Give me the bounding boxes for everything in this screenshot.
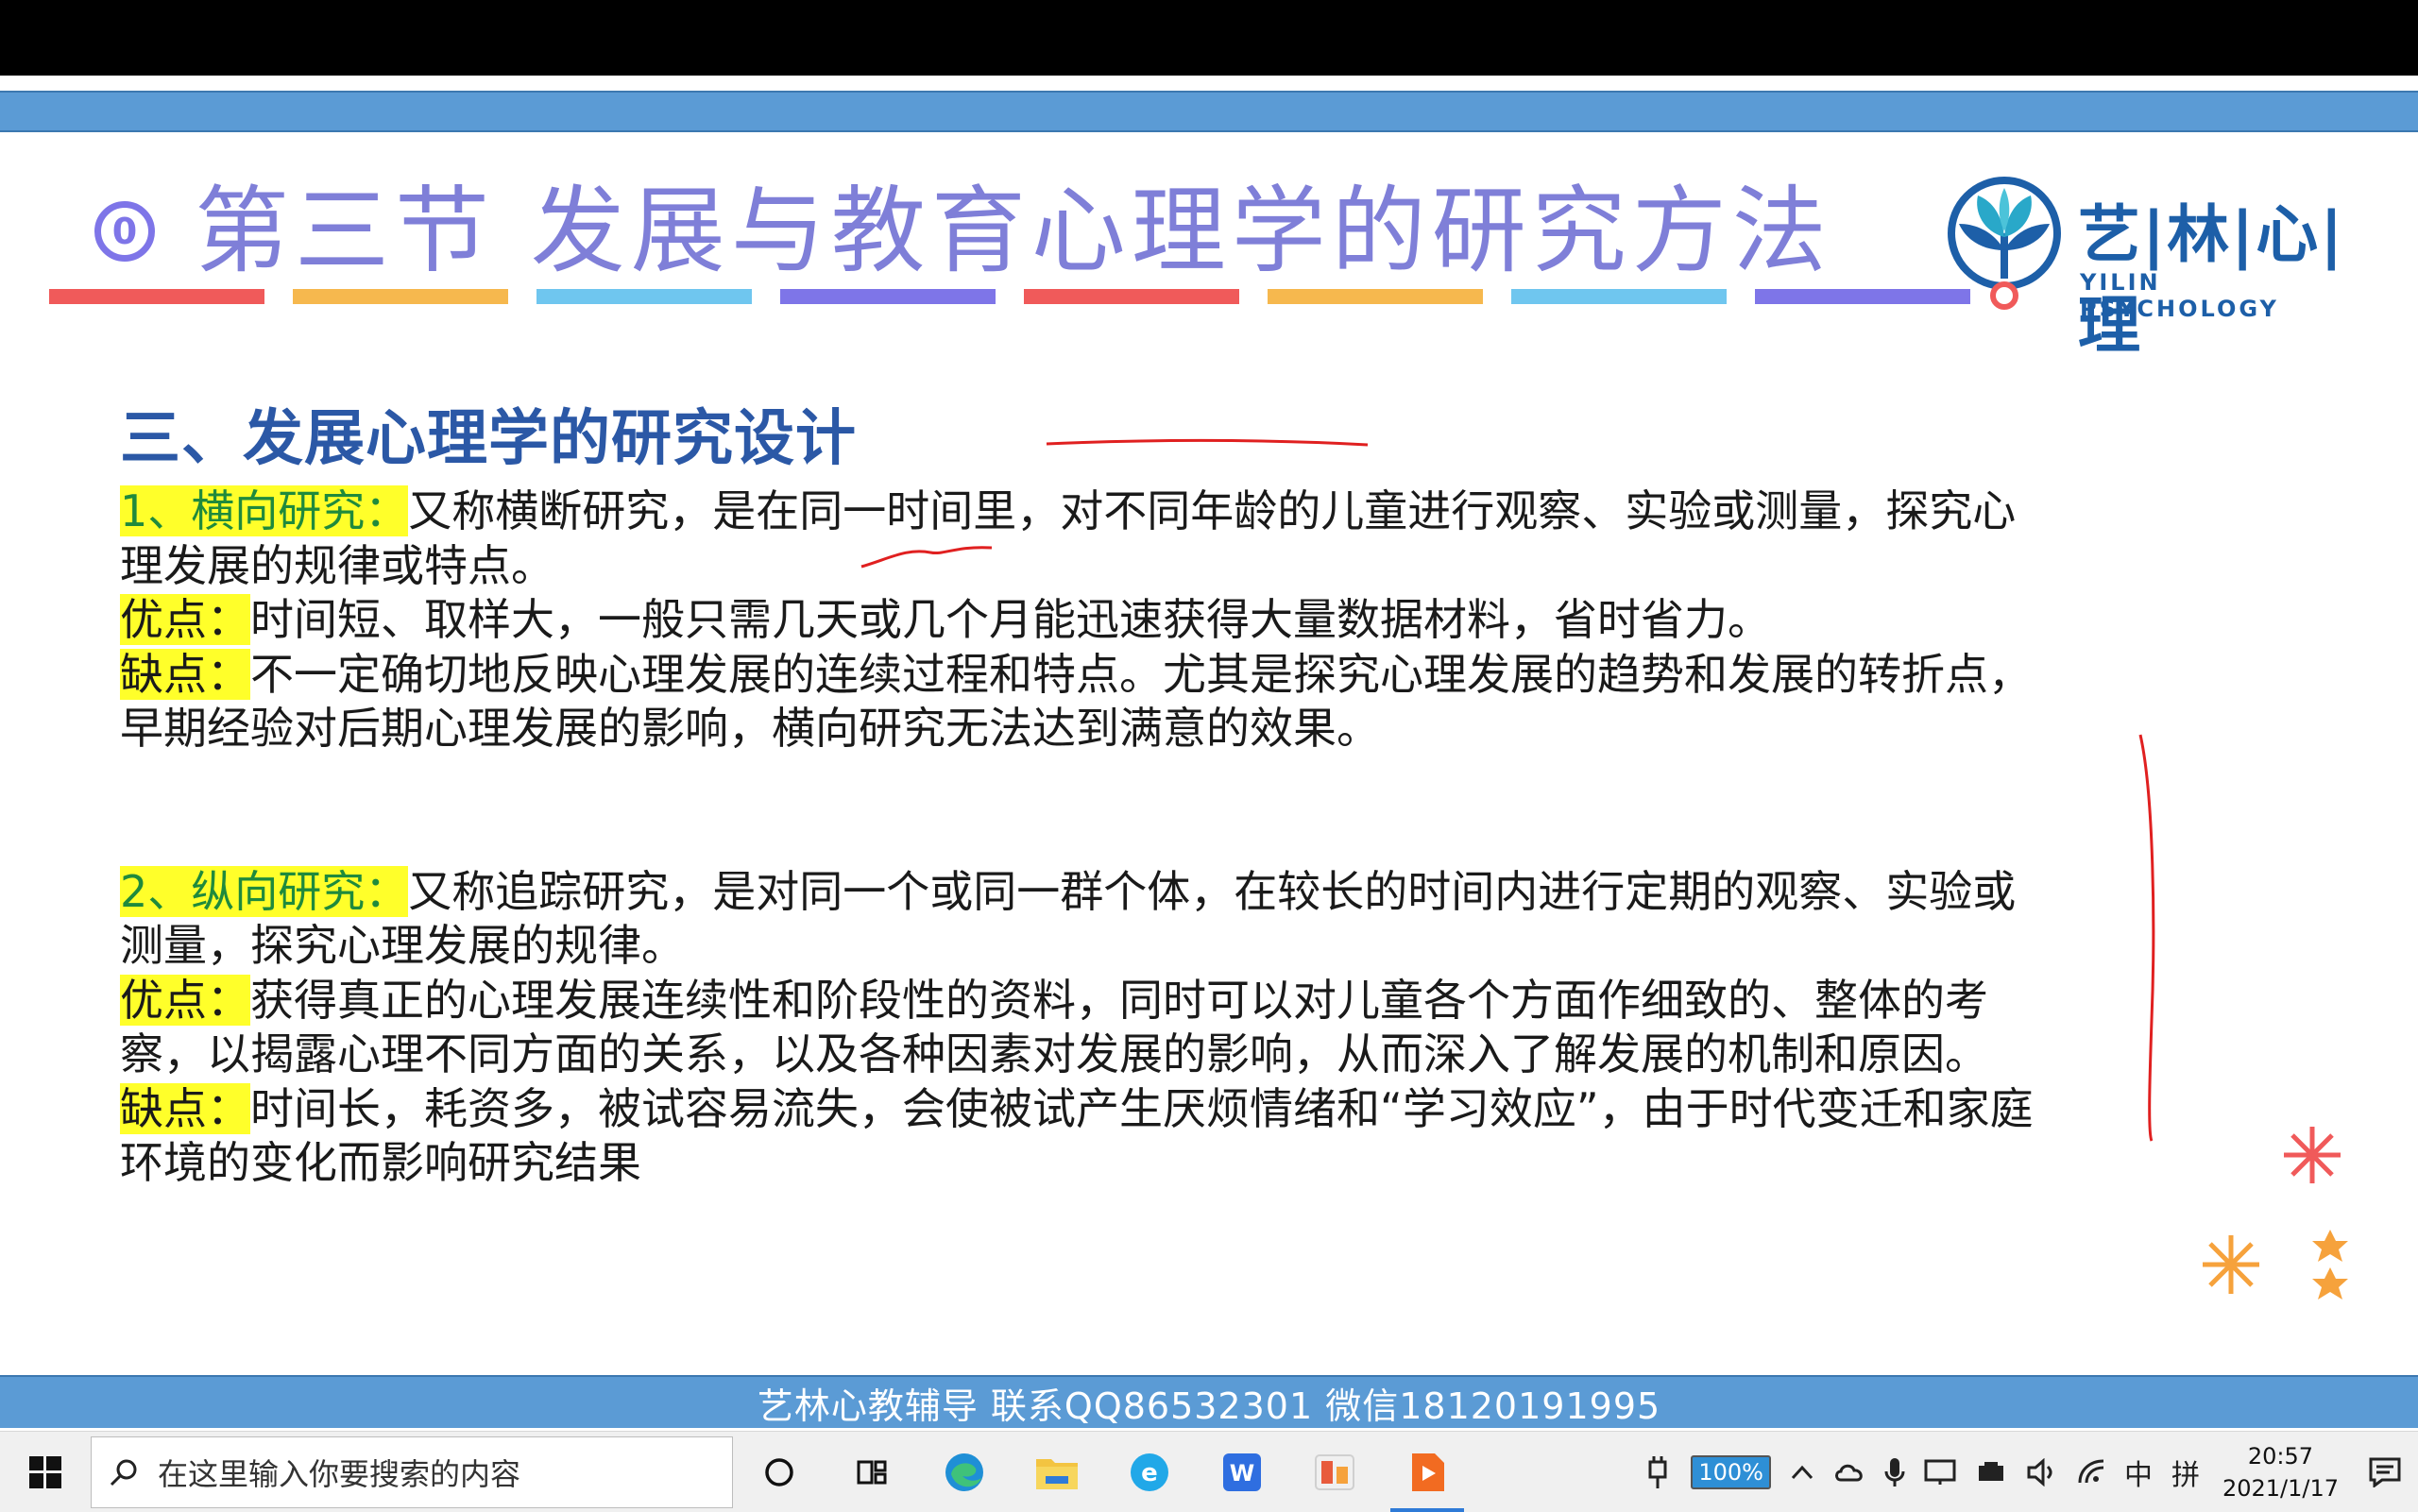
accent-bar [293,289,508,304]
system-tray: 100% 中 拼 20:57 2021/1/17 [1634,1432,2418,1512]
svg-text:W: W [1230,1460,1254,1487]
longitudinal-cons: 缺点：时间长，耗资多，被试容易流失，会使被试产生厌烦情绪和“学习效应”，由于时代… [120,1082,2056,1191]
cloud-icon[interactable] [1833,1461,1865,1484]
cross-sectional-label: 1、横向研究： [120,485,409,536]
sparkle-decoration-orange [2203,1235,2259,1294]
accent-bar [1024,289,1239,304]
black-top-bar [0,0,2418,76]
accent-bar [1268,289,1483,304]
microphone-icon[interactable] [1884,1456,1905,1488]
notification-center-button[interactable] [2352,1457,2418,1487]
browser-e-app[interactable]: e [1103,1432,1196,1512]
task-view-button[interactable] [733,1432,826,1512]
accent-bar [49,289,264,304]
longitudinal-pros: 优点：获得真正的心理发展连续性和阶段性的资料，同时可以对儿童各个方面作细致的、整… [120,974,2056,1082]
chevron-up-icon[interactable] [1790,1463,1814,1482]
usb-device-icon[interactable] [1975,1460,2007,1485]
accent-bar [1755,289,1970,304]
notification-icon [2369,1457,2401,1487]
windows-taskbar: 在这里输入你要搜索的内容 e W 100% 中 拼 20:57 2021/1/1… [0,1431,2418,1512]
accent-bar [780,289,996,304]
wps-presentation-app[interactable] [1288,1432,1381,1512]
pros-text: 获得真正的心理发展连续性和阶段性的资料，同时可以对儿童各个方面作细致的、整体的考… [120,974,1988,1080]
edge-icon [945,1453,983,1491]
display-settings-icon[interactable] [1924,1458,1956,1487]
svg-text:e: e [1141,1459,1158,1487]
ime-mode-indicator[interactable]: 拼 [2171,1452,2200,1493]
search-placeholder: 在这里输入你要搜索的内容 [158,1455,521,1492]
slide-header-band [0,91,2418,132]
section-heading: 三、发展心理学的研究设计 [120,404,857,474]
pen-vertical-line [2138,734,2155,1142]
windows-logo-icon [29,1455,61,1488]
slide-title: 第三节 发展与教育心理学的研究方法 [195,176,1832,286]
cons-label: 缺点： [120,648,250,700]
longitudinal-label: 2、纵向研究： [120,865,409,917]
accent-bars [49,289,1970,304]
slide-title-row: 0 第三节 发展与教育心理学的研究方法 [94,170,1832,293]
clock-date: 2021/1/17 [2222,1474,2339,1502]
pros-label: 优点： [120,974,250,1026]
pros-text: 时间短、取样大，一般只需几天或几个月能迅速获得大量数据材料，省时省力。 [250,594,1771,645]
wifi-icon[interactable] [2077,1458,2105,1487]
battery-percentage: 100% [1691,1454,1771,1489]
accent-bar [1511,289,1727,304]
star-decorations [2312,1230,2348,1300]
cross-sectional-definition: 1、横向研究：又称横断研究，是在同一时间里，对不同年龄的儿童进行观察、实验或测量… [120,484,2056,593]
play-media-icon [1412,1453,1444,1491]
folder-icon [1036,1458,1078,1489]
search-icon [110,1459,137,1486]
footer-contact-text: 艺林心教辅导 联系QQ86532301 微信18120191995 [757,1385,1661,1427]
task-view-icon [857,1460,887,1484]
cons-text: 时间长，耗资多，被试容易流失，会使被试产生厌烦情绪和“学习效应”，由于时代变迁和… [120,1082,2034,1189]
presentation-icon [1315,1453,1354,1490]
cortana-circle-icon [765,1457,793,1487]
cross-sectional-pros: 优点：时间短、取样大，一般只需几天或几个月能迅速获得大量数据材料，省时省力。 [120,593,2056,648]
file-explorer-app[interactable] [1011,1432,1103,1512]
accent-bar [536,289,752,304]
longitudinal-definition: 2、纵向研究：又称追踪研究，是对同一个或同一群个体，在较长的时间内进行定期的观察… [120,865,2056,974]
title-circle-icon: 0 [94,201,155,262]
cons-text: 不一定确切地反映心理发展的连续过程和特点。尤其是探究心理发展的趋势和发展的转折点… [120,648,2032,755]
media-player-app[interactable] [1381,1432,1473,1512]
logo-english-text: YILIN PSYCHOLOGY [2080,269,2279,322]
slide-footer-band: 艺林心教辅导 联系QQ86532301 微信18120191995 [0,1375,2418,1428]
cons-label: 缺点： [120,1082,250,1134]
battery-indicator[interactable]: 100% [1691,1454,1771,1489]
widgets-button[interactable] [826,1432,918,1512]
browser-e-icon: e [1131,1453,1168,1491]
tree-logo-icon [1948,177,2061,310]
slide-body: 三、发展心理学的研究设计 1、横向研究：又称横断研究，是在同一时间里，对不同年龄… [120,401,2056,1191]
volume-icon[interactable] [2026,1457,2058,1487]
wps-writer-icon: W [1223,1453,1261,1491]
presentation-slide: 0 第三节 发展与教育心理学的研究方法 艺|林|心|理 YILIN PSYCHO… [0,76,2418,1431]
clock-time: 20:57 [2247,1442,2314,1470]
taskbar-search-box[interactable]: 在这里输入你要搜索的内容 [91,1436,733,1508]
yilin-logo: 艺|林|心|理 YILIN PSYCHOLOGY [1946,175,2361,392]
cross-sectional-cons: 缺点：不一定确切地反映心理发展的连续过程和特点。尤其是探究心理发展的趋势和发展的… [120,648,2056,756]
ime-language-indicator[interactable]: 中 [2124,1452,2153,1493]
start-button[interactable] [0,1432,91,1512]
taskbar-clock[interactable]: 20:57 2021/1/17 [2222,1440,2339,1504]
wps-writer-app[interactable]: W [1196,1432,1288,1512]
power-plug-icon[interactable] [1643,1454,1672,1490]
sparkle-decoration-red [2284,1127,2341,1183]
edge-app[interactable] [918,1432,1011,1512]
pros-label: 优点： [120,594,250,645]
